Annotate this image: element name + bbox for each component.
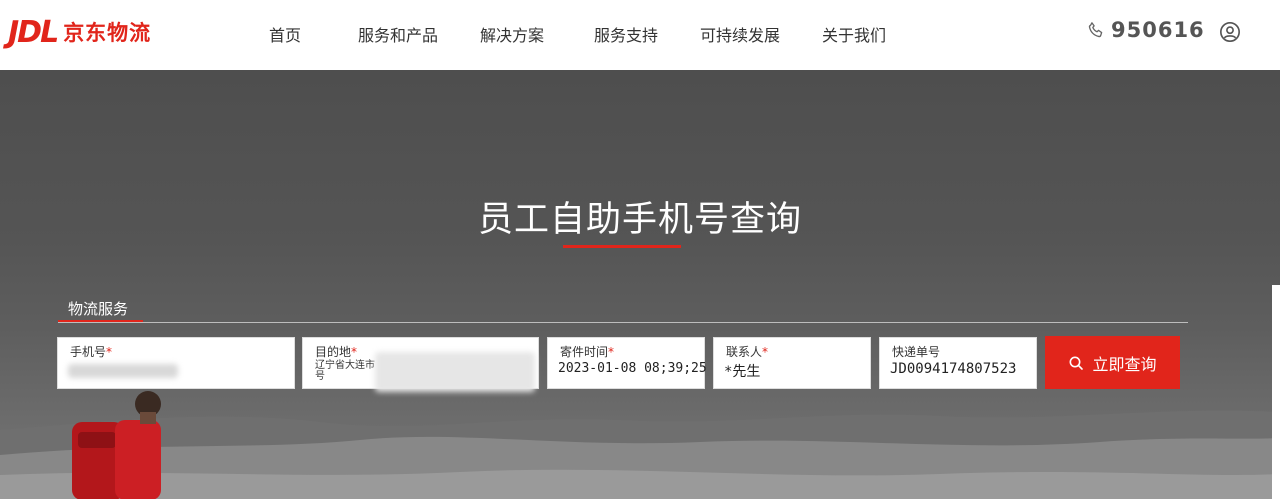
contact-field[interactable]: 联系人* *先生 [713, 337, 871, 389]
nav-item-sustainability[interactable]: 可持续发展 [700, 22, 780, 46]
desert-background [0, 410, 1280, 499]
send-time-field-label: 寄件时间* [560, 345, 615, 359]
nav-item-services[interactable]: 服务和产品 [358, 22, 438, 46]
destination-field-label: 目的地* [315, 345, 358, 359]
site-header: JDL 京东物流 首页 服务和产品 解决方案 服务支持 可持续发展 关于我们 9… [0, 0, 1280, 70]
contact-field-label: 联系人* [726, 345, 769, 359]
nav-item-home[interactable]: 首页 [269, 22, 301, 46]
nav-item-about[interactable]: 关于我们 [822, 22, 886, 46]
tracking-field-label: 快递单号 [892, 345, 941, 359]
nav-item-solutions[interactable]: 解决方案 [480, 22, 544, 46]
nav-item-support[interactable]: 服务支持 [594, 22, 658, 46]
send-time-value: 2023-01-08 08;39;25 [558, 361, 707, 376]
tracking-number-value: JD0094174807523 [890, 361, 1017, 377]
query-button[interactable]: 立即查询 [1045, 336, 1180, 389]
hero-title-underline [563, 245, 681, 248]
phone-field[interactable]: 手机号* [57, 337, 295, 389]
phone-field-label: 手机号* [70, 345, 113, 359]
tracking-number-field[interactable]: 快递单号 JD0094174807523 [879, 337, 1037, 389]
tab-divider [58, 322, 1188, 323]
hotline[interactable]: 950616 [1087, 18, 1205, 42]
search-icon [1070, 356, 1084, 370]
phone-icon [1088, 22, 1103, 38]
query-button-label: 立即查询 [1092, 354, 1157, 374]
logo-mark: JDL [8, 14, 59, 50]
hotline-number: 950616 [1111, 18, 1205, 42]
redacted-phone [68, 364, 178, 378]
logo-text: 京东物流 [63, 21, 152, 45]
user-icon[interactable] [1219, 21, 1241, 43]
redacted-address [375, 352, 535, 392]
hero-title: 员工自助手机号查询 [477, 200, 802, 240]
jdl-logo[interactable]: JDL 京东物流 [8, 14, 151, 50]
courier-illustration [72, 391, 161, 499]
tab-logistics-service[interactable]: 物流服务 [68, 298, 128, 319]
hero-banner: 员工自助手机号查询 物流服务 手机号* 目的地* 辽宁省大连市 号 寄件时间* … [0, 70, 1280, 499]
edge-strip [1272, 285, 1280, 499]
destination-field[interactable]: 目的地* 辽宁省大连市 号 [302, 337, 539, 392]
contact-value: *先生 [724, 364, 761, 380]
send-time-field[interactable]: 寄件时间* 2023-01-08 08;39;25 [547, 337, 707, 389]
